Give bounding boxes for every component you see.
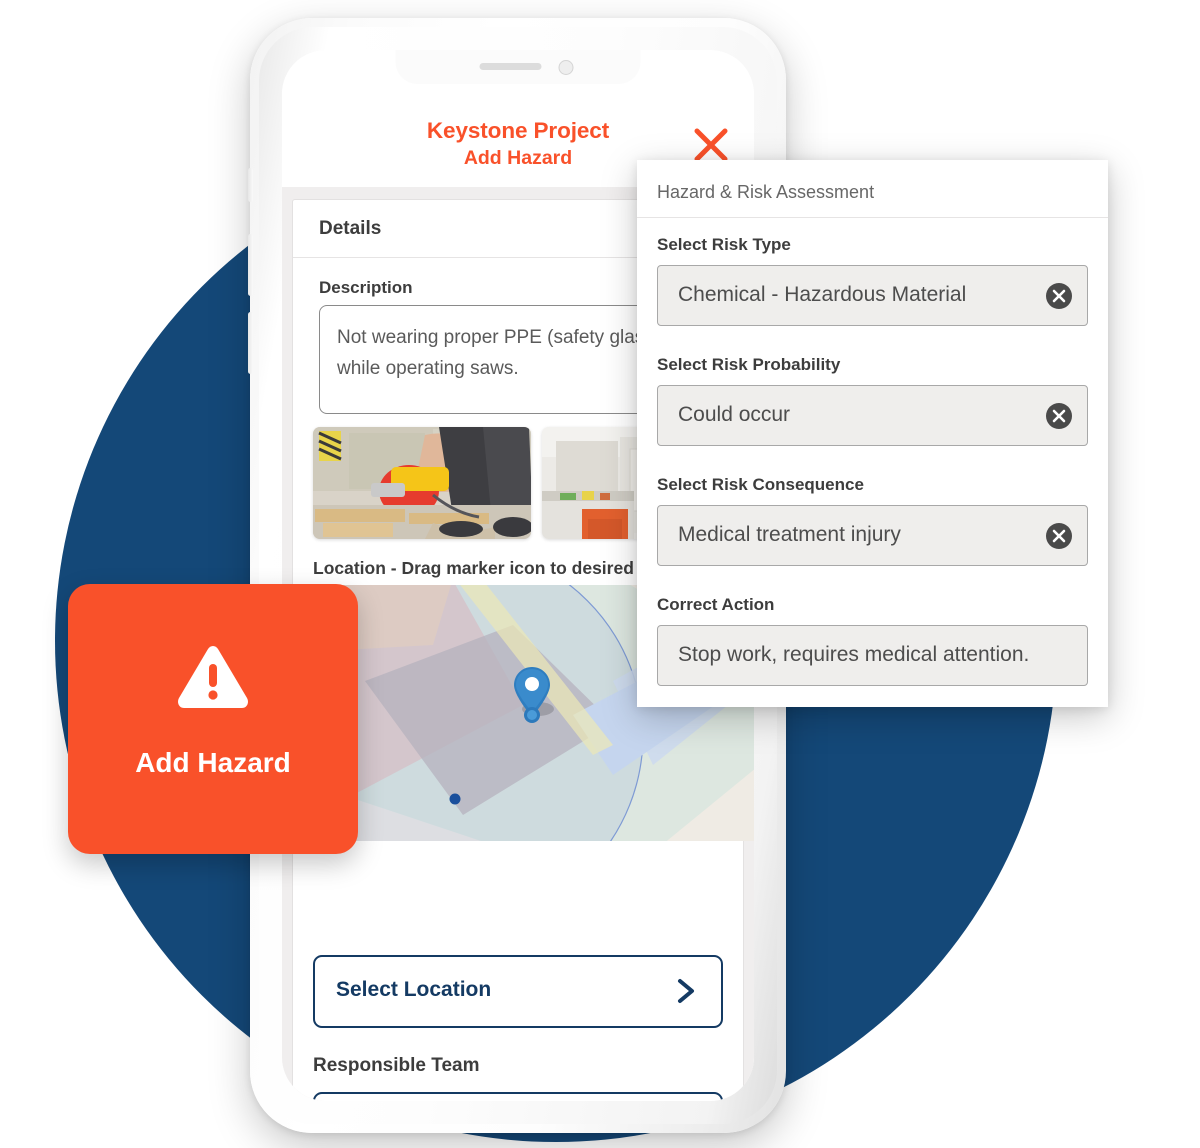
phone-volume-up-button[interactable] (248, 234, 253, 296)
expand-arrow-icon[interactable] (489, 838, 509, 841)
overlay-header: Hazard & Risk Assessment (637, 160, 1108, 218)
select-team-button[interactable]: Select Team (313, 1092, 723, 1101)
overlay-title: Hazard & Risk Assessment (657, 182, 875, 202)
select-location-label: Select Location (336, 978, 492, 1001)
risk-consequence-label: Select Risk Consequence (657, 475, 864, 494)
select-location-button[interactable]: Select Location (313, 955, 723, 1028)
correct-action-label: Correct Action (657, 595, 775, 614)
risk-type-select[interactable]: Chemical - Hazardous Material (657, 265, 1088, 326)
chevron-right-icon (675, 977, 699, 1010)
risk-probability-select[interactable]: Could occur (657, 385, 1088, 446)
phone-mute-switch[interactable] (248, 168, 253, 202)
phone-front-camera (558, 60, 574, 75)
description-label: Description (319, 278, 413, 297)
clear-circle-x-icon[interactable] (1045, 282, 1073, 310)
risk-type-value: Chemical - Hazardous Material (678, 283, 967, 306)
phone-speaker (479, 63, 542, 70)
correct-action-value: Stop work, requires medical attention. (678, 643, 1030, 666)
add-hazard-button[interactable]: Add Hazard (68, 584, 358, 854)
screenshot-stage: Keystone Project Add Hazard Details Desc… (0, 0, 1200, 1148)
photo-thumbnail[interactable] (313, 427, 531, 539)
phone-notch (395, 50, 641, 84)
phone-volume-down-button[interactable] (248, 312, 253, 374)
add-hazard-label: Add Hazard (135, 747, 291, 778)
clear-circle-x-icon[interactable] (1045, 402, 1073, 430)
clear-circle-x-icon[interactable] (1045, 522, 1073, 550)
hazard-risk-assessment-panel: Hazard & Risk Assessment Select Risk Typ… (637, 160, 1108, 707)
details-section-title: Details (319, 218, 382, 239)
responsible-team-label: Responsible Team (313, 1055, 480, 1076)
warning-triangle-icon (175, 644, 251, 715)
risk-consequence-select[interactable]: Medical treatment injury (657, 505, 1088, 566)
page-title: Keystone Project (426, 118, 610, 143)
risk-type-label: Select Risk Type (657, 235, 791, 254)
risk-probability-label: Select Risk Probability (657, 355, 841, 374)
correct-action-input[interactable]: Stop work, requires medical attention. (657, 625, 1088, 686)
map-marker-pin-icon[interactable] (510, 665, 554, 732)
risk-probability-value: Could occur (678, 403, 791, 426)
risk-consequence-value: Medical treatment injury (678, 523, 901, 546)
